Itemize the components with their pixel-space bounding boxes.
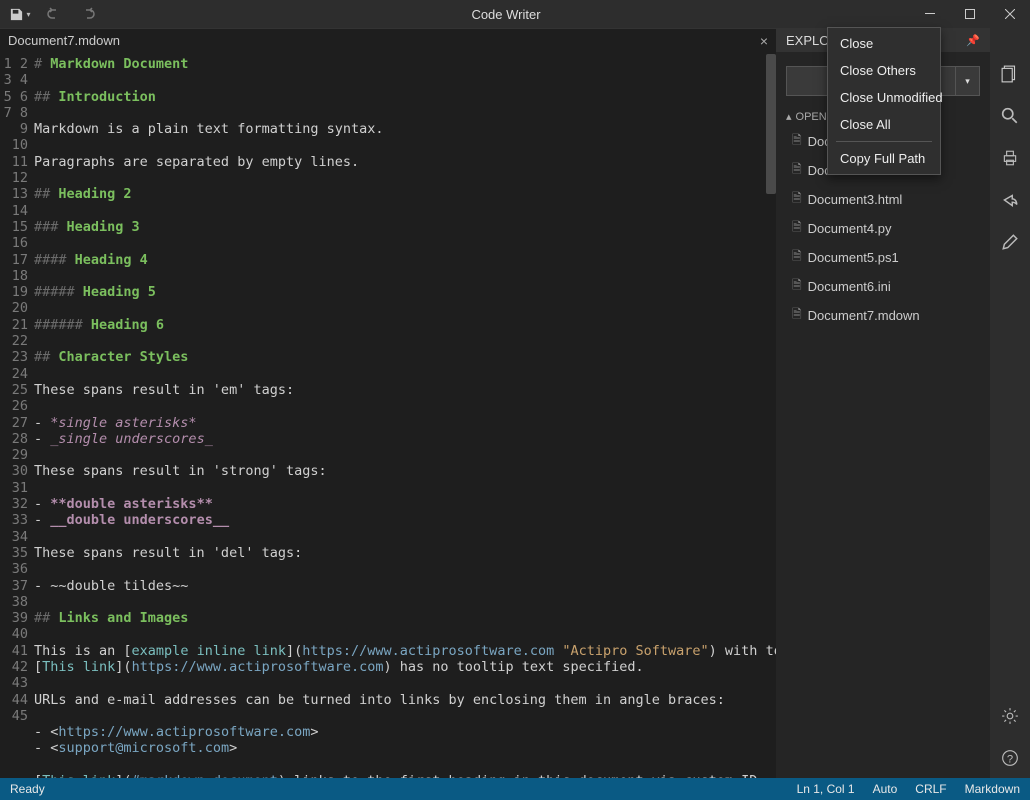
file-item[interactable]: 🗎Document7.mdown (776, 301, 990, 330)
menu-close-others[interactable]: Close Others (828, 57, 940, 84)
maximize-button[interactable] (950, 0, 990, 28)
file-icon: 🗎 (792, 305, 802, 326)
activity-bar: ? (990, 52, 1030, 778)
save-button[interactable]: ▾ (6, 0, 34, 28)
minimize-button[interactable] (910, 0, 950, 28)
file-icon: 🗎 (792, 218, 802, 239)
file-icon: 🗎 (792, 131, 802, 152)
close-window-button[interactable] (990, 0, 1030, 28)
print-icon[interactable] (1000, 148, 1020, 168)
document-tab-label: Document7.mdown (8, 33, 120, 48)
file-item[interactable]: 🗎Document5.ps1 (776, 243, 990, 272)
code-content[interactable]: # Markdown Document ## Introduction Mark… (34, 52, 776, 778)
help-icon[interactable]: ? (1000, 748, 1020, 768)
status-position[interactable]: Ln 1, Col 1 (797, 782, 855, 796)
statusbar: Ready Ln 1, Col 1 Auto CRLF Markdown (0, 778, 1030, 800)
share-icon[interactable] (1000, 190, 1020, 210)
menu-close-all[interactable]: Close All (828, 111, 940, 138)
status-language[interactable]: Markdown (965, 782, 1020, 796)
file-icon: 🗎 (792, 247, 802, 268)
status-ready: Ready (10, 782, 779, 796)
collapse-icon: ▴ (786, 110, 792, 123)
editor-scrollbar[interactable] (766, 54, 776, 194)
file-icon: 🗎 (792, 276, 802, 297)
redo-button[interactable] (74, 0, 102, 28)
pin-icon[interactable]: 📌 (966, 34, 980, 47)
file-icon: 🗎 (792, 189, 802, 210)
status-eol[interactable]: CRLF (915, 782, 946, 796)
svg-text:?: ? (1007, 754, 1013, 766)
undo-button[interactable] (40, 0, 68, 28)
settings-icon[interactable] (1000, 706, 1020, 726)
edit-icon[interactable] (1000, 232, 1020, 252)
tab-context-menu: Close Close Others Close Unmodified Clos… (827, 27, 941, 175)
file-icon: 🗎 (792, 160, 802, 181)
search-icon[interactable] (1000, 106, 1020, 126)
code-editor[interactable]: 1 2 3 4 5 6 7 8 9 10 11 12 13 14 15 16 1… (0, 52, 776, 778)
file-item[interactable]: 🗎Document4.py (776, 214, 990, 243)
app-title: Code Writer (102, 7, 910, 22)
documents-icon[interactable] (1000, 64, 1020, 84)
menu-separator (836, 141, 932, 142)
new-button-dropdown[interactable]: ▾ (956, 66, 980, 96)
menu-copy-path[interactable]: Copy Full Path (828, 145, 940, 172)
menu-close-unmodified[interactable]: Close Unmodified (828, 84, 940, 111)
line-gutter: 1 2 3 4 5 6 7 8 9 10 11 12 13 14 15 16 1… (0, 52, 34, 778)
close-tab-icon[interactable]: × (760, 33, 768, 49)
file-item[interactable]: 🗎Document3.html (776, 185, 990, 214)
status-encoding[interactable]: Auto (873, 782, 898, 796)
titlebar: ▾ Code Writer (0, 0, 1030, 28)
file-item[interactable]: 🗎Document6.ini (776, 272, 990, 301)
menu-close[interactable]: Close (828, 30, 940, 57)
document-tab[interactable]: Document7.mdown × (0, 28, 776, 52)
